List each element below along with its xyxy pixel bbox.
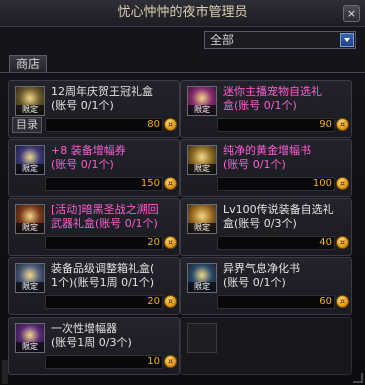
scroll-indicator[interactable] — [2, 360, 8, 384]
item-icon-frame[interactable]: 限定 — [187, 263, 217, 293]
item-name: 12周年庆贺王冠礼盒 (账号 0/1个) — [51, 85, 179, 113]
item-name: 异界气息净化书 (账号 0/1个) — [223, 262, 351, 290]
item-name-line1: 12周年庆贺王冠礼盒 — [51, 85, 153, 98]
coin-icon: ¤ — [164, 236, 177, 249]
limited-badge: 限定 — [16, 342, 44, 352]
item-price: 60 — [217, 295, 335, 309]
item-name-line1: 异界气息净化书 — [223, 262, 300, 275]
coin-icon: ¤ — [164, 355, 177, 368]
item-icon-frame[interactable]: 限定 — [187, 145, 217, 175]
item-name-line2: 盒(账号 0/3个) — [223, 217, 297, 230]
item-icon-frame[interactable]: 限定 — [187, 86, 217, 116]
limited-badge: 限定 — [16, 282, 44, 292]
tab-bar: 商店 — [0, 55, 365, 73]
item-price: 150 — [45, 177, 163, 191]
item-name-line2: (账号1周 0/3个) — [51, 336, 132, 349]
limited-badge: 限定 — [188, 223, 216, 233]
item-name-line2: (账号 0/1个) — [223, 276, 286, 289]
limited-badge: 限定 — [16, 223, 44, 233]
coin-icon: ¤ — [336, 236, 349, 249]
item-icon-frame[interactable]: 限定 — [15, 204, 45, 234]
filter-selected-value: 全部 — [210, 33, 235, 47]
item-icon-frame[interactable]: 限定 — [15, 323, 45, 353]
close-button[interactable]: × — [343, 5, 360, 22]
item-name: 迷你主播宠物自选礼 盒(账号 0/1个) — [223, 85, 351, 113]
coin-icon: ¤ — [336, 118, 349, 131]
item-price: 20 — [45, 236, 163, 250]
item-name-line1: 迷你主播宠物自选礼 — [223, 85, 322, 98]
item-name-line1: 装备品级调整箱礼盒( — [51, 262, 155, 275]
item-name-line1: [活动]暗黑圣战之溯回 — [51, 203, 159, 216]
limited-badge: 限定 — [188, 282, 216, 292]
coin-icon: ¤ — [336, 295, 349, 308]
limited-badge: 限定 — [16, 105, 44, 115]
coin-icon: ¤ — [164, 177, 177, 190]
item-name-line1: 纯净的黄金增幅书 — [223, 144, 311, 157]
item-name-line1: 一次性增幅器 — [51, 322, 117, 335]
limited-badge: 限定 — [188, 105, 216, 115]
night-market-window: 忧心忡忡的夜市管理员 × 全部 商店 限定 12周年庆贺王冠礼盒 (账号 0/1个)… — [0, 0, 365, 385]
item-name-line2: (账号 0/1个) — [223, 158, 286, 171]
chevron-down-icon[interactable] — [340, 33, 354, 47]
item-price: 10 — [45, 355, 163, 369]
item-name-line2: 1个)(账号1周 0/1个) — [51, 276, 155, 289]
item-name: Lv100传说装备自选礼 盒(账号 0/3个) — [223, 203, 351, 231]
item-name: +8 装备增幅券 (账号 0/1个) — [51, 144, 179, 172]
item-name: 装备品级调整箱礼盒(1个)(账号1周 0/1个) — [51, 262, 179, 290]
tab-shop[interactable]: 商店 — [9, 55, 47, 72]
category-filter-dropdown[interactable]: 全部 — [204, 31, 356, 49]
shop-item[interactable]: 限定 异界气息净化书 (账号 0/1个) 60 ¤ — [180, 257, 352, 315]
item-icon-frame[interactable]: 限定 — [15, 145, 45, 175]
shop-item[interactable]: 限定 一次性增幅器 (账号1周 0/3个) 10 ¤ — [8, 317, 180, 375]
item-name: 纯净的黄金增幅书 (账号 0/1个) — [223, 144, 351, 172]
item-name-line2: (账号 0/1个) — [51, 158, 114, 171]
empty-slot-frame — [187, 323, 217, 353]
item-price: 80 — [45, 118, 163, 132]
resize-handle[interactable] — [353, 373, 363, 383]
window-title: 忧心忡忡的夜市管理员 — [117, 5, 248, 20]
shop-item[interactable]: 限定 12周年庆贺王冠礼盒 (账号 0/1个) 目录 80 ¤ — [8, 80, 180, 138]
limited-badge: 限定 — [16, 164, 44, 174]
item-price: 20 — [45, 295, 163, 309]
limited-badge: 限定 — [188, 164, 216, 174]
item-name: 一次性增幅器 (账号1周 0/3个) — [51, 322, 179, 350]
shop-item[interactable]: 限定 +8 装备增幅券 (账号 0/1个) 150 ¤ — [8, 139, 180, 197]
coin-icon: ¤ — [336, 177, 349, 190]
shop-item[interactable]: 限定 [活动]暗黑圣战之溯回 武器礼盒(账号 0/1个) 20 ¤ — [8, 198, 180, 256]
shop-item[interactable]: 限定 装备品级调整箱礼盒(1个)(账号1周 0/1个) 20 ¤ — [8, 257, 180, 315]
shop-item[interactable]: 限定 纯净的黄金增幅书 (账号 0/1个) 100 ¤ — [180, 139, 352, 197]
title-bar[interactable]: 忧心忡忡的夜市管理员 × — [0, 0, 365, 27]
empty-slot — [180, 317, 352, 375]
coin-icon: ¤ — [164, 295, 177, 308]
item-icon-frame[interactable]: 限定 — [187, 204, 217, 234]
item-name-line2: 武器礼盒(账号 0/1个) — [51, 217, 158, 230]
item-name-line2: (账号 0/1个) — [51, 99, 114, 112]
item-price: 90 — [217, 118, 335, 132]
item-name: [活动]暗黑圣战之溯回 武器礼盒(账号 0/1个) — [51, 203, 179, 231]
item-name-line1: +8 装备增幅券 — [51, 144, 126, 157]
item-price: 100 — [217, 177, 335, 191]
shop-item[interactable]: 限定 Lv100传说装备自选礼 盒(账号 0/3个) 40 ¤ — [180, 198, 352, 256]
item-icon-frame[interactable]: 限定 — [15, 86, 45, 116]
coin-icon: ¤ — [164, 118, 177, 131]
item-icon-frame[interactable]: 限定 — [15, 263, 45, 293]
catalog-button[interactable]: 目录 — [12, 117, 42, 133]
item-name-line2: 盒(账号 0/1个) — [223, 99, 297, 112]
item-price: 40 — [217, 236, 335, 250]
shop-item[interactable]: 限定 迷你主播宠物自选礼 盒(账号 0/1个) 90 ¤ — [180, 80, 352, 138]
item-name-line1: Lv100传说装备自选礼 — [223, 203, 334, 216]
